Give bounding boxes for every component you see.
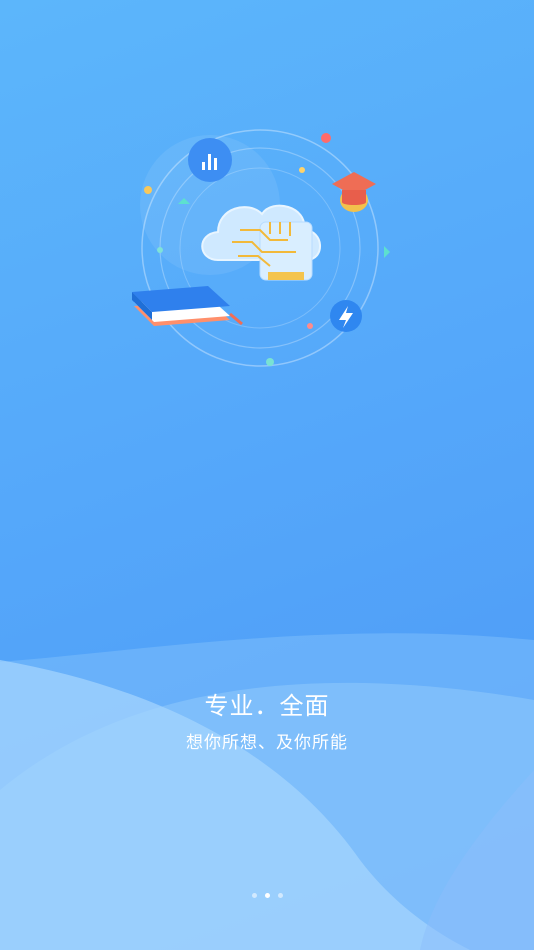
page-dot-2-active[interactable] [264,893,270,898]
onboarding-title: 专业．全面 [204,692,330,720]
lightning-icon [330,300,362,332]
onboarding-screen: 专业．全面 想你所想、及你所能 [0,0,534,950]
page-dot-3[interactable] [277,893,283,898]
cloud-learning-illustration [132,129,390,367]
books-icon [132,286,243,326]
onboarding-subtitle: 想你所想、及你所能 [186,733,348,753]
page-indicator[interactable] [0,893,534,898]
graduation-cap-icon [332,172,376,212]
bar-chart-icon [188,138,232,182]
page-dot-1[interactable] [251,893,257,898]
